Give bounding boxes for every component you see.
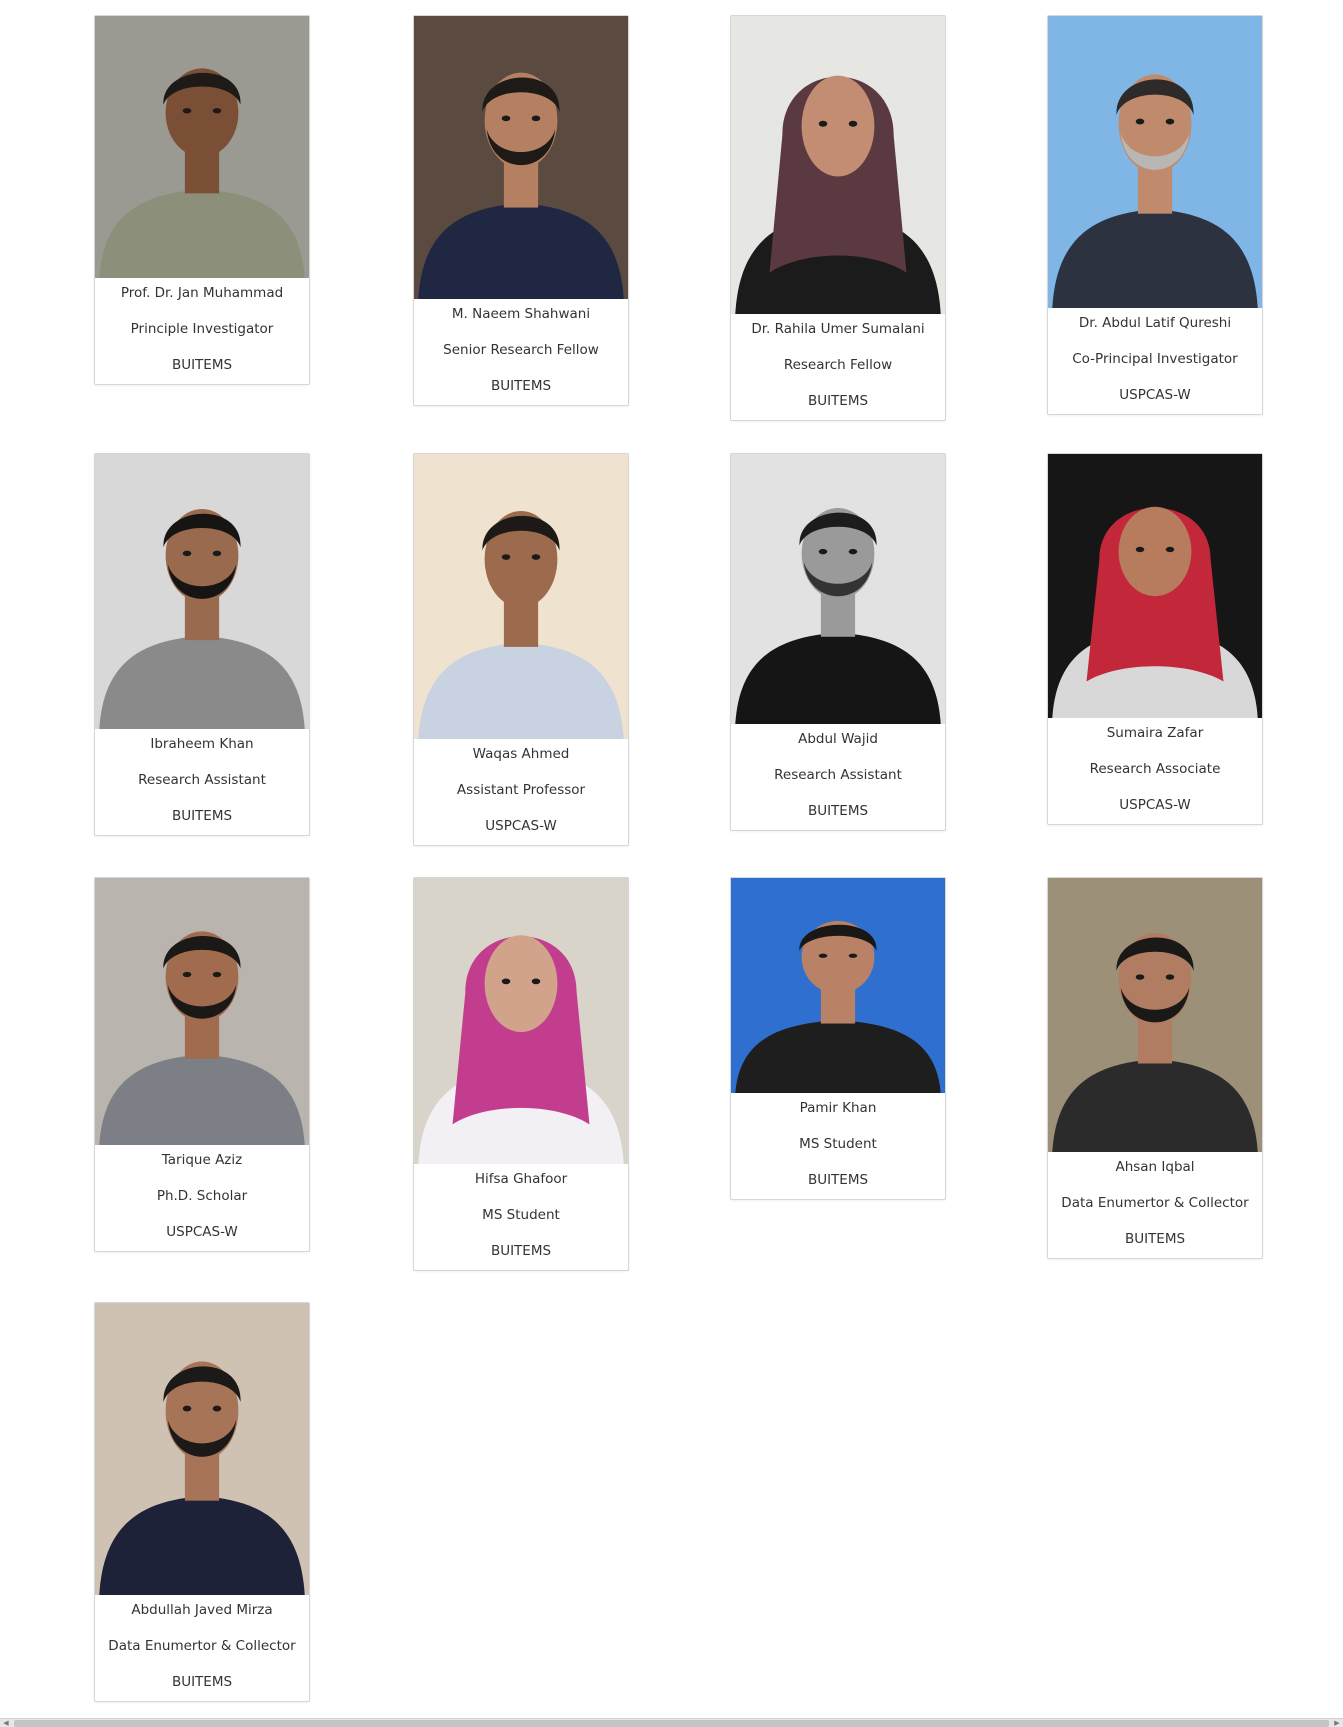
member-role: Data Enumertor & Collector (108, 1638, 296, 1654)
scroll-left-arrow-icon[interactable]: ◀ (0, 1719, 12, 1727)
member-card: Pamir Khan MS Student BUITEMS (730, 877, 946, 1200)
member-org: BUITEMS (490, 378, 552, 394)
member-name: Ahsan Iqbal (1115, 1159, 1195, 1175)
member-role: Senior Research Fellow (443, 342, 599, 358)
member-photo (414, 454, 628, 739)
portrait-illustration (1048, 16, 1262, 308)
member-name: Prof. Dr. Jan Muhammad (120, 285, 284, 301)
member-org: BUITEMS (171, 808, 233, 824)
portrait-illustration (1048, 454, 1262, 718)
member-role: Research Fellow (783, 357, 893, 373)
member-photo (414, 878, 628, 1164)
member-role: Assistant Professor (456, 782, 586, 798)
portrait-illustration (414, 454, 628, 739)
member-info: Abdul Wajid Research Assistant BUITEMS (731, 724, 945, 830)
member-name: Hifsa Ghafoor (474, 1171, 568, 1187)
portrait-illustration (95, 1303, 309, 1595)
portrait-illustration (731, 878, 945, 1093)
member-info: Prof. Dr. Jan Muhammad Principle Investi… (95, 278, 309, 384)
member-org: BUITEMS (490, 1243, 552, 1259)
portrait-illustration (414, 16, 628, 299)
member-org: BUITEMS (171, 357, 233, 373)
portrait-illustration (95, 454, 309, 729)
member-name: Waqas Ahmed (472, 746, 570, 762)
portrait-illustration (731, 16, 945, 314)
member-role: Research Associate (1089, 761, 1221, 777)
member-name: Sumaira Zafar (1106, 725, 1204, 741)
member-info: Sumaira Zafar Research Associate USPCAS-… (1048, 718, 1262, 824)
member-org: BUITEMS (171, 1674, 233, 1690)
member-role: Research Assistant (138, 772, 266, 788)
member-photo (1048, 454, 1262, 718)
scroll-right-arrow-icon[interactable]: ▶ (1331, 1719, 1343, 1727)
scrollbar-thumb[interactable] (14, 1720, 1329, 1727)
member-info: Dr. Rahila Umer Sumalani Research Fellow… (731, 314, 945, 420)
member-photo (95, 16, 309, 278)
member-name: Abdullah Javed Mirza (131, 1602, 273, 1618)
member-photo (1048, 16, 1262, 308)
member-card: Dr. Abdul Latif Qureshi Co-Principal Inv… (1047, 15, 1263, 415)
member-photo (1048, 878, 1262, 1152)
member-org: USPCAS-W (1119, 387, 1191, 403)
member-card: Ibraheem Khan Research Assistant BUITEMS (94, 453, 310, 836)
member-card: Dr. Rahila Umer Sumalani Research Fellow… (730, 15, 946, 421)
member-info: Ibraheem Khan Research Assistant BUITEMS (95, 729, 309, 835)
member-card: Sumaira Zafar Research Associate USPCAS-… (1047, 453, 1263, 825)
member-name: Tarique Aziz (161, 1152, 243, 1168)
portrait-illustration (731, 454, 945, 724)
member-card: Abdul Wajid Research Assistant BUITEMS (730, 453, 946, 831)
member-photo (95, 454, 309, 729)
member-card: M. Naeem Shahwani Senior Research Fellow… (413, 15, 629, 406)
horizontal-scrollbar[interactable]: ◀ ▶ (0, 1718, 1343, 1727)
member-card: Ahsan Iqbal Data Enumertor & Collector B… (1047, 877, 1263, 1259)
member-info: Abdullah Javed Mirza Data Enumertor & Co… (95, 1595, 309, 1701)
member-card: Abdullah Javed Mirza Data Enumertor & Co… (94, 1302, 310, 1702)
member-info: Pamir Khan MS Student BUITEMS (731, 1093, 945, 1199)
member-photo (95, 878, 309, 1145)
portrait-illustration (1048, 878, 1262, 1152)
member-info: Waqas Ahmed Assistant Professor USPCAS-W (414, 739, 628, 845)
member-role: Co-Principal Investigator (1072, 351, 1238, 367)
member-card: Tarique Aziz Ph.D. Scholar USPCAS-W (94, 877, 310, 1252)
member-name: Pamir Khan (799, 1100, 877, 1116)
member-card: Hifsa Ghafoor MS Student BUITEMS (413, 877, 629, 1271)
portrait-illustration (414, 878, 628, 1164)
member-photo (731, 16, 945, 314)
member-photo (95, 1303, 309, 1595)
portrait-illustration (95, 16, 309, 278)
member-name: Dr. Abdul Latif Qureshi (1078, 315, 1232, 331)
member-role: Research Assistant (774, 767, 902, 783)
member-info: Ahsan Iqbal Data Enumertor & Collector B… (1048, 1152, 1262, 1258)
member-role: Data Enumertor & Collector (1061, 1195, 1249, 1211)
member-role: Principle Investigator (130, 321, 274, 337)
member-name: M. Naeem Shahwani (451, 306, 591, 322)
member-name: Dr. Rahila Umer Sumalani (751, 321, 925, 337)
portrait-illustration (95, 878, 309, 1145)
member-info: Dr. Abdul Latif Qureshi Co-Principal Inv… (1048, 308, 1262, 414)
member-name: Ibraheem Khan (150, 736, 254, 752)
member-role: MS Student (799, 1136, 877, 1152)
member-org: BUITEMS (807, 1172, 869, 1188)
member-name: Abdul Wajid (798, 731, 878, 747)
member-photo (414, 16, 628, 299)
member-info: Tarique Aziz Ph.D. Scholar USPCAS-W (95, 1145, 309, 1251)
member-org: BUITEMS (1124, 1231, 1186, 1247)
member-role: MS Student (482, 1207, 560, 1223)
team-page: Prof. Dr. Jan Muhammad Principle Investi… (0, 0, 1343, 1727)
member-info: Hifsa Ghafoor MS Student BUITEMS (414, 1164, 628, 1270)
member-card: Waqas Ahmed Assistant Professor USPCAS-W (413, 453, 629, 846)
member-org: USPCAS-W (166, 1224, 238, 1240)
member-info: M. Naeem Shahwani Senior Research Fellow… (414, 299, 628, 405)
member-org: USPCAS-W (1119, 797, 1191, 813)
member-photo (731, 878, 945, 1093)
member-card: Prof. Dr. Jan Muhammad Principle Investi… (94, 15, 310, 385)
member-org: BUITEMS (807, 803, 869, 819)
member-org: USPCAS-W (485, 818, 557, 834)
member-photo (731, 454, 945, 724)
member-role: Ph.D. Scholar (156, 1188, 248, 1204)
member-org: BUITEMS (807, 393, 869, 409)
